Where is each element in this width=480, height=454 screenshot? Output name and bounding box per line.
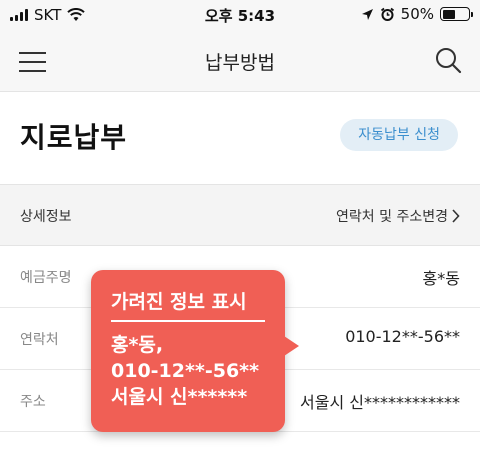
detail-section-header: 상세정보 연락처 및 주소변경 bbox=[0, 184, 480, 246]
nav-bar: 납부방법 bbox=[0, 30, 480, 92]
battery-fill bbox=[442, 9, 455, 19]
alarm-clock-icon bbox=[380, 7, 394, 21]
callout-body: 홍*동, 010-12**-56** 서울시 신****** bbox=[111, 332, 259, 410]
auto-pay-apply-button[interactable]: 자동납부 신청 bbox=[340, 119, 458, 151]
account-holder-value: 홍*동 bbox=[422, 269, 460, 288]
contact-value: 010-12**-56** bbox=[345, 327, 460, 346]
page-header: 지로납부 자동납부 신청 bbox=[0, 92, 480, 184]
address-label: 주소 bbox=[20, 394, 46, 410]
account-holder-label: 예금주명 bbox=[20, 270, 72, 286]
location-arrow-icon bbox=[361, 8, 373, 20]
section-title: 상세정보 bbox=[20, 209, 72, 225]
masked-info-callout: 가려진 정보 표시 홍*동, 010-12**-56** 서울시 신****** bbox=[91, 270, 299, 432]
contact-label: 연락처 bbox=[20, 332, 59, 348]
callout-line-name: 홍*동, bbox=[111, 334, 164, 356]
battery-icon bbox=[440, 7, 473, 21]
callout-title: 가려진 정보 표시 bbox=[111, 291, 247, 313]
status-right: 50% bbox=[361, 5, 473, 23]
address-value: 서울시 신************ bbox=[300, 393, 460, 412]
callout-line-address: 서울시 신****** bbox=[111, 386, 248, 408]
callout-line-phone: 010-12**-56** bbox=[111, 360, 260, 382]
search-icon[interactable] bbox=[434, 46, 462, 74]
section-link-label: 연락처 및 주소변경 bbox=[336, 209, 448, 225]
chevron-right-icon bbox=[452, 209, 460, 223]
nav-title: 납부방법 bbox=[205, 52, 275, 74]
status-bar: SKT 오후 5:43 50% bbox=[0, 0, 480, 30]
callout-divider bbox=[111, 320, 265, 322]
battery-percent: 50% bbox=[400, 5, 434, 23]
change-contact-address-link[interactable]: 연락처 및 주소변경 bbox=[336, 206, 460, 226]
page-title: 지로납부 bbox=[20, 121, 128, 154]
